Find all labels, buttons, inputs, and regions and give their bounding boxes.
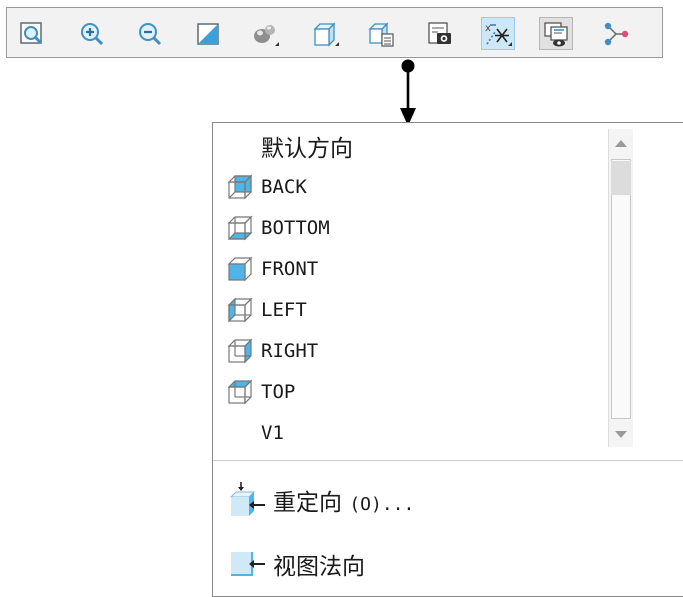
- annotation-display-icon: [544, 21, 568, 46]
- reorient-menu-item[interactable]: 重定向 (O)...: [227, 477, 647, 523]
- list-item-label: RIGHT: [261, 340, 319, 362]
- datum-display-icon: x: [485, 23, 512, 46]
- named-views-icon: [313, 21, 339, 47]
- view-manager-icon: [428, 21, 451, 44]
- list-item-label: V1: [261, 422, 284, 444]
- refit-button[interactable]: [15, 17, 49, 50]
- cube-back-icon: [227, 174, 253, 200]
- list-item-label: LEFT: [261, 299, 307, 321]
- saved-orientations-icon: [368, 21, 394, 47]
- reorient-icon: [229, 482, 265, 516]
- list-item-label: FRONT: [261, 258, 319, 280]
- named-views-button[interactable]: [309, 17, 343, 50]
- scroll-up-button[interactable]: [609, 131, 633, 155]
- cube-top-icon: [227, 379, 253, 405]
- reorient-shortcut: (O)...: [349, 494, 415, 515]
- spin-center-icon: [604, 22, 629, 45]
- view-manager-button[interactable]: [423, 17, 457, 50]
- repaint-icon: [197, 22, 219, 45]
- list-item-bottom[interactable]: BOTTOM: [225, 209, 645, 247]
- list-item-v1[interactable]: V1: [225, 414, 645, 452]
- list-item-right[interactable]: RIGHT: [225, 332, 645, 370]
- cube-front-icon: [227, 256, 253, 282]
- zoom-in-button[interactable]: [75, 17, 109, 50]
- menu-divider: [213, 460, 683, 461]
- saved-orientations-menu: 默认方向 BACK BOTTOM FRONT LEFT RIGHT TOP V1…: [212, 122, 683, 597]
- datum-display-button[interactable]: x: [481, 17, 515, 50]
- chevron-down-icon: [615, 431, 627, 438]
- spin-center-button[interactable]: [599, 17, 633, 50]
- repaint-button[interactable]: [191, 17, 225, 50]
- saved-orientations-button[interactable]: [365, 17, 399, 50]
- cube-left-icon: [227, 297, 253, 323]
- list-scrollbar[interactable]: [608, 129, 633, 447]
- list-item-left[interactable]: LEFT: [225, 291, 645, 329]
- list-item-label: 默认方向: [261, 136, 353, 162]
- display-style-button[interactable]: [249, 17, 283, 50]
- scroll-down-button[interactable]: [609, 423, 633, 447]
- cube-bottom-icon: [227, 215, 253, 241]
- view-normal-label: 视图法向: [273, 554, 365, 580]
- zoom-out-button[interactable]: [133, 17, 167, 50]
- annotation-display-button[interactable]: [539, 17, 573, 50]
- view-normal-icon: [231, 552, 265, 576]
- display-style-icon: [254, 24, 279, 46]
- list-item-label: BACK: [261, 176, 307, 198]
- list-item-top[interactable]: TOP: [225, 373, 645, 411]
- list-item-front[interactable]: FRONT: [225, 250, 645, 288]
- list-item-default-orientation[interactable]: 默认方向: [225, 127, 645, 165]
- scroll-track[interactable]: [611, 159, 631, 419]
- orientation-list: 默认方向 BACK BOTTOM FRONT LEFT RIGHT TOP V1: [213, 123, 643, 460]
- list-item-label: TOP: [261, 381, 296, 403]
- list-item-back[interactable]: BACK: [225, 168, 645, 206]
- scroll-thumb[interactable]: [611, 161, 631, 195]
- callout-arrow: [400, 59, 416, 126]
- refit-icon: [20, 21, 43, 44]
- chevron-up-icon: [615, 140, 627, 147]
- zoom-out-icon: [139, 22, 162, 45]
- view-normal-menu-item[interactable]: 视图法向: [227, 541, 647, 587]
- zoom-in-icon: [81, 22, 104, 45]
- reorient-label: 重定向 (O)...: [273, 490, 415, 516]
- view-toolbar: x: [6, 7, 663, 58]
- list-item-label: BOTTOM: [261, 217, 330, 239]
- cube-right-icon: [227, 338, 253, 364]
